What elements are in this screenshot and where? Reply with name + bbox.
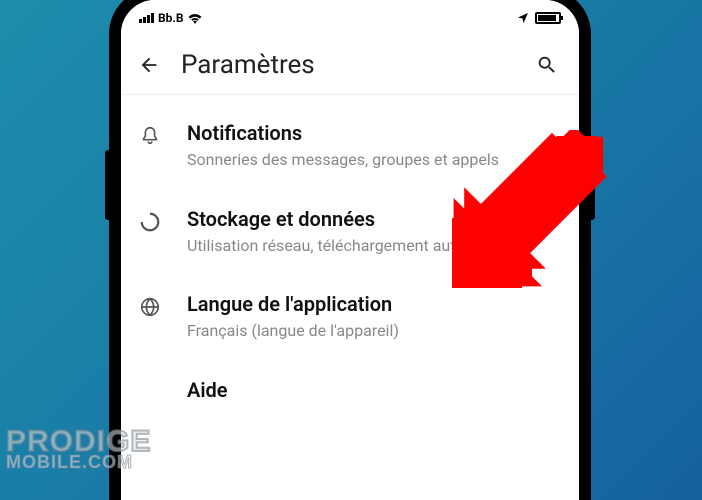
item-title: Langue de l'application: [187, 292, 555, 316]
location-icon: [517, 12, 529, 24]
app-bar: Paramètres: [121, 36, 579, 95]
settings-item-language[interactable]: Langue de l'application Français (langue…: [121, 274, 579, 360]
settings-item-storage[interactable]: Stockage et données Utilisation réseau, …: [121, 189, 579, 275]
watermark-line1: PRODIGE: [6, 429, 151, 455]
battery-icon: [535, 12, 561, 24]
item-subtitle: Sonneries des messages, groupes et appel…: [187, 149, 555, 171]
search-button[interactable]: [533, 51, 561, 79]
item-title: Aide: [187, 378, 555, 402]
bell-icon: [139, 125, 161, 147]
status-bar: Bb.B: [121, 0, 579, 36]
signal-icon: [139, 13, 154, 23]
wifi-icon: [188, 12, 202, 24]
settings-list: Notifications Sonneries des messages, gr…: [121, 95, 579, 432]
search-icon: [536, 54, 558, 76]
carrier-label: Bb.B: [158, 11, 184, 25]
phone-frame: Bb.B Paramètres Notifi: [111, 0, 589, 500]
item-subtitle: Français (langue de l'appareil): [187, 320, 555, 342]
settings-item-notifications[interactable]: Notifications Sonneries des messages, gr…: [121, 103, 579, 189]
item-title: Stockage et données: [187, 207, 555, 231]
watermark: PRODIGE MOBILE.COM: [6, 429, 151, 470]
arrow-left-icon: [138, 54, 160, 76]
item-title: Notifications: [187, 121, 555, 145]
screen: Bb.B Paramètres Notifi: [121, 0, 579, 500]
data-usage-icon: [139, 211, 161, 233]
settings-item-help[interactable]: Aide: [121, 360, 579, 424]
watermark-line2: MOBILE.COM: [6, 455, 151, 470]
globe-icon: [139, 296, 161, 318]
back-button[interactable]: [135, 51, 163, 79]
page-title: Paramètres: [181, 50, 515, 80]
item-subtitle: Utilisation réseau, téléchargement auto.: [187, 235, 555, 257]
